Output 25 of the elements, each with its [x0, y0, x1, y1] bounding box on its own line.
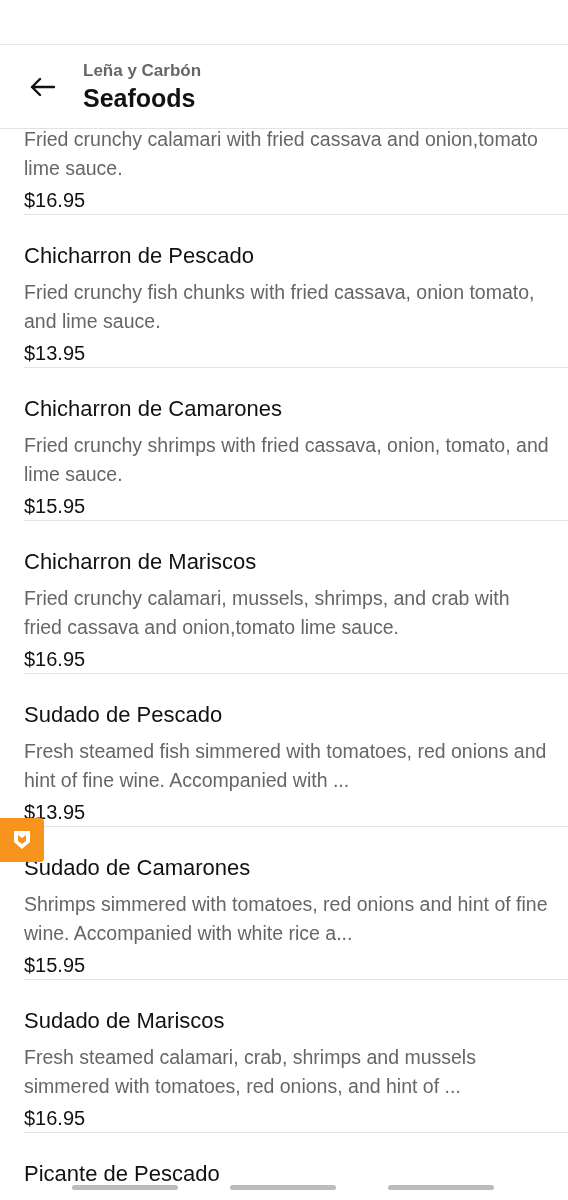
dish-price: $15.95 — [24, 953, 86, 978]
dish-description: Fried crunchy calamari with fried cassava and onion,tomato lime sauce. — [24, 127, 539, 181]
dish-description: Fried crunchy calamari, mussels, shrimps, and crab with fried cassava and onion,tomato lime sauce. — [24, 586, 511, 640]
back-icon[interactable] — [29, 76, 55, 97]
dish-description: Fried crunchy fish chunks with fried cassava, onion tomato, and lime sauce. — [24, 280, 536, 334]
dish-price: $13.95 — [24, 341, 86, 366]
dish-name[interactable]: Sudado de Camarones — [24, 853, 251, 883]
dish-name[interactable]: Sudado de Pescado — [24, 700, 223, 730]
category-title: Seafoods — [83, 82, 197, 114]
dish-price: $16.95 — [24, 647, 86, 672]
dish-name[interactable]: Sudado de Mariscos — [24, 1006, 225, 1036]
dish-price: $16.95 — [24, 188, 86, 213]
dish-description: Fresh steamed fish simmered with tomatoes, red onions and hint of fine wine. Accompanied with ... — [24, 739, 548, 793]
dish-name[interactable]: Chicharron de Camarones — [24, 394, 283, 424]
dish-name[interactable]: Chicharron de Pescado — [24, 241, 254, 271]
dish-name[interactable]: Picante de Pescado — [24, 1159, 220, 1189]
dish-price: $16.95 — [24, 1106, 86, 1131]
dish-description: Fried crunchy shrimps with fried cassava, onion, tomato, and lime sauce. — [24, 433, 549, 487]
dish-price: $13.95 — [24, 800, 86, 825]
restaurant-name: Leña y Carbón — [83, 59, 202, 82]
dish-price: $15.95 — [24, 494, 86, 519]
dish-description: Shrimps simmered with tomatoes, red onions and hint of fine wine. Accompanied with white rice a... — [24, 892, 549, 946]
shield-icon — [13, 830, 31, 850]
dish-name[interactable]: Chicharron de Mariscos — [24, 547, 257, 577]
dish-description: Fresh steamed calamari, crab, shrimps and mussels simmered with tomatoes, red onions, and hint of ... — [24, 1045, 477, 1099]
